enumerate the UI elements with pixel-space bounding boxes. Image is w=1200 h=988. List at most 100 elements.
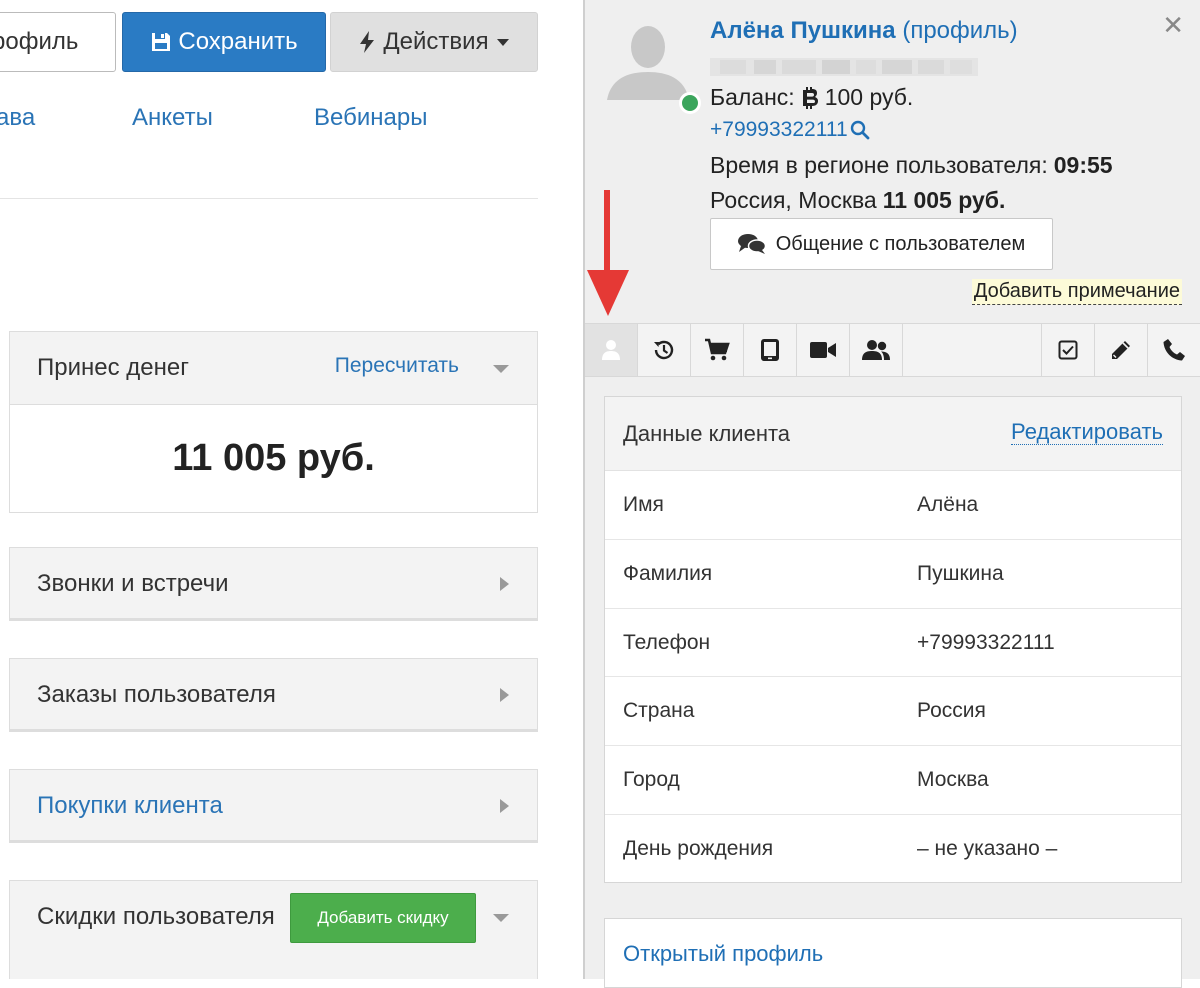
tab-notes[interactable] (1094, 324, 1147, 376)
location-total: 11 005 руб. (882, 187, 1006, 213)
client-row-last-name: Фамилия Пушкина (605, 540, 1181, 609)
row-label: Телефон (623, 630, 711, 654)
phone-line: +79993322111 (710, 118, 870, 142)
purchases-panel-title[interactable]: Покупки клиента (37, 792, 223, 820)
bitcoin-icon (802, 86, 818, 109)
tab-cart[interactable] (691, 324, 744, 376)
client-data-title: Данные клиента (623, 421, 791, 446)
money-amount: 11 005 руб. (10, 404, 537, 512)
location-line: Россия, Москва 11 005 руб. (710, 187, 1005, 214)
row-label: Фамилия (623, 561, 713, 585)
tab-webinars[interactable] (797, 324, 850, 376)
caret-down-icon[interactable] (493, 365, 509, 373)
client-row-phone: Телефон +79993322111 (605, 609, 1181, 678)
tab-calls[interactable] (1147, 324, 1200, 376)
profile-button[interactable]: профиль (0, 12, 116, 72)
main-page: профиль Сохранить Действия ава Анкеты Ве… (0, 0, 583, 979)
chevron-down-icon (496, 38, 509, 46)
search-icon[interactable] (850, 120, 870, 140)
balance-value: 100 руб. (824, 84, 914, 110)
redacted-email (710, 58, 978, 76)
client-row-birthday: День рождения – не указано – (605, 815, 1181, 884)
avatar (607, 14, 689, 100)
tab-groups[interactable] (850, 324, 903, 376)
add-discount-button[interactable]: Добавить скидку (290, 893, 476, 943)
recalculate-link[interactable]: Пересчитать (335, 354, 459, 378)
open-profile-card: Открытый профиль (604, 918, 1182, 988)
save-icon (152, 33, 171, 51)
profile-button-label: профиль (0, 28, 79, 55)
client-row-first-name: Имя Алёна (605, 471, 1181, 540)
video-icon (810, 342, 836, 358)
row-value: – не указано – (917, 836, 1058, 860)
chat-icon (737, 234, 766, 254)
profile-link[interactable]: (профиль) (902, 17, 1017, 44)
row-label: Город (623, 768, 680, 792)
row-value: Алёна (917, 493, 979, 516)
purchases-panel[interactable]: Покупки клиента (9, 769, 538, 843)
actions-dropdown[interactable]: Действия (330, 12, 538, 72)
tab-webinars[interactable]: Вебинары (314, 104, 427, 132)
row-label: Имя (623, 493, 664, 516)
tab-tasks[interactable] (1041, 324, 1094, 376)
row-value: Пушкина (917, 561, 1004, 585)
users-icon (862, 340, 890, 360)
history-icon (654, 340, 674, 360)
tablet-icon (761, 339, 779, 361)
annotation-arrow-icon (587, 190, 629, 316)
chat-with-user-button[interactable]: Общение с пользователем (710, 218, 1053, 270)
discounts-panel: Скидки пользователя Добавить скидку (9, 880, 538, 979)
money-panel-header[interactable]: Принес денег Пересчитать (10, 332, 537, 404)
calls-panel-title: Звонки и встречи (37, 570, 229, 597)
row-value: Россия (917, 699, 986, 723)
user-name-heading: Алёна Пушкина (профиль) (710, 17, 1018, 45)
phone-link[interactable]: +79993322111 (710, 118, 848, 142)
row-value: Москва (917, 768, 989, 792)
caret-down-icon[interactable] (493, 914, 509, 922)
user-name-link[interactable]: Алёна Пушкина (710, 17, 896, 44)
cart-icon (705, 338, 730, 361)
online-status-indicator (679, 92, 701, 114)
purchases-panel-header[interactable]: Покупки клиента (10, 770, 537, 842)
tab-devices[interactable] (744, 324, 797, 376)
open-profile-link[interactable]: Открытый профиль (623, 941, 823, 967)
chat-button-label: Общение с пользователем (775, 232, 1026, 255)
actions-dropdown-label: Действия (383, 28, 489, 55)
calls-panel[interactable]: Звонки и встречи (9, 547, 538, 621)
discounts-panel-header[interactable]: Скидки пользователя Добавить скидку (10, 881, 537, 953)
tab-user[interactable] (585, 324, 638, 376)
orders-panel[interactable]: Заказы пользователя (9, 658, 538, 732)
caret-right-icon (500, 799, 509, 813)
balance-label: Баланс: (710, 84, 795, 110)
balance-line: Баланс: 100 руб. (710, 84, 913, 111)
save-button[interactable]: Сохранить (122, 12, 326, 72)
caret-right-icon (500, 688, 509, 702)
user-drawer: ✕ Алёна Пушкина (профиль) Баланс: 100 ру… (583, 0, 1200, 988)
region-time-line: Время в регионе пользователя: 09:55 (710, 152, 1113, 179)
checkbox-icon (1058, 340, 1078, 360)
drawer-tabbar (585, 323, 1200, 377)
tab-rights[interactable]: ава (0, 104, 35, 132)
orders-panel-title: Заказы пользователя (37, 681, 276, 708)
close-icon[interactable]: ✕ (1162, 10, 1184, 41)
user-icon (602, 340, 620, 360)
client-row-country: Страна Россия (605, 677, 1181, 747)
region-time-label: Время в регионе пользователя: (710, 152, 1048, 178)
edit-link[interactable]: Редактировать (1011, 419, 1163, 446)
save-button-label: Сохранить (178, 28, 298, 55)
pencil-icon (1112, 341, 1130, 359)
client-data-header: Данные клиента Редактировать (605, 397, 1181, 471)
tab-surveys[interactable]: Анкеты (132, 104, 213, 132)
orders-panel-header[interactable]: Заказы пользователя (10, 659, 537, 731)
row-value: +79993322111 (917, 630, 1055, 654)
client-data-card: Данные клиента Редактировать Имя Алёна Ф… (604, 396, 1182, 883)
tab-history[interactable] (638, 324, 691, 376)
money-panel-title: Принес денег (37, 354, 189, 381)
row-label: Страна (623, 699, 695, 723)
divider (0, 198, 538, 199)
add-note-link[interactable]: Добавить примечание (971, 279, 1182, 305)
discounts-panel-title: Скидки пользователя (37, 903, 275, 930)
caret-right-icon (500, 577, 509, 591)
calls-panel-header[interactable]: Звонки и встречи (10, 548, 537, 620)
row-label: День рождения (623, 836, 774, 860)
